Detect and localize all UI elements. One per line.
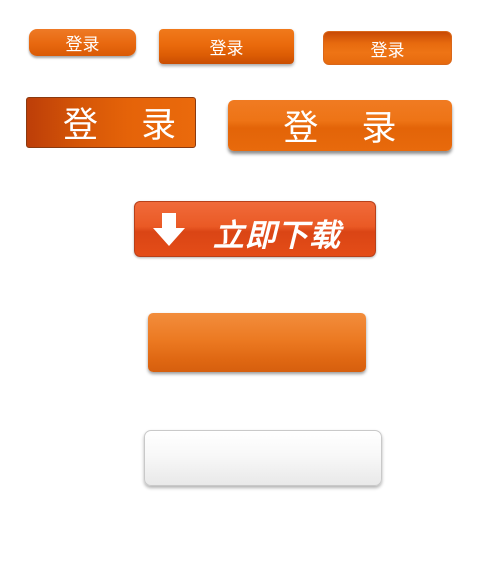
login-button-small-rounded[interactable]: 登录 (29, 29, 136, 56)
blank-orange-button[interactable] (148, 313, 366, 372)
login-button-small-outlined[interactable]: 登录 (323, 31, 452, 65)
login-button-label: 登录 (65, 35, 100, 55)
blank-white-button[interactable] (144, 430, 382, 486)
login-button-large-glossy[interactable]: 登 录 (228, 100, 452, 151)
download-arrow-icon (153, 213, 185, 246)
login-button-large-flat[interactable]: 登 录 (26, 97, 196, 148)
login-button-label: 登 录 (283, 109, 413, 149)
login-button-label: 登录 (370, 40, 405, 61)
login-button-small-flat[interactable]: 登录 (159, 29, 294, 64)
login-button-label: 登 录 (63, 106, 193, 146)
download-button-label: 立即下载 (213, 218, 341, 254)
login-button-label: 登录 (209, 39, 244, 59)
download-now-button[interactable]: 立即下载 (134, 201, 376, 257)
